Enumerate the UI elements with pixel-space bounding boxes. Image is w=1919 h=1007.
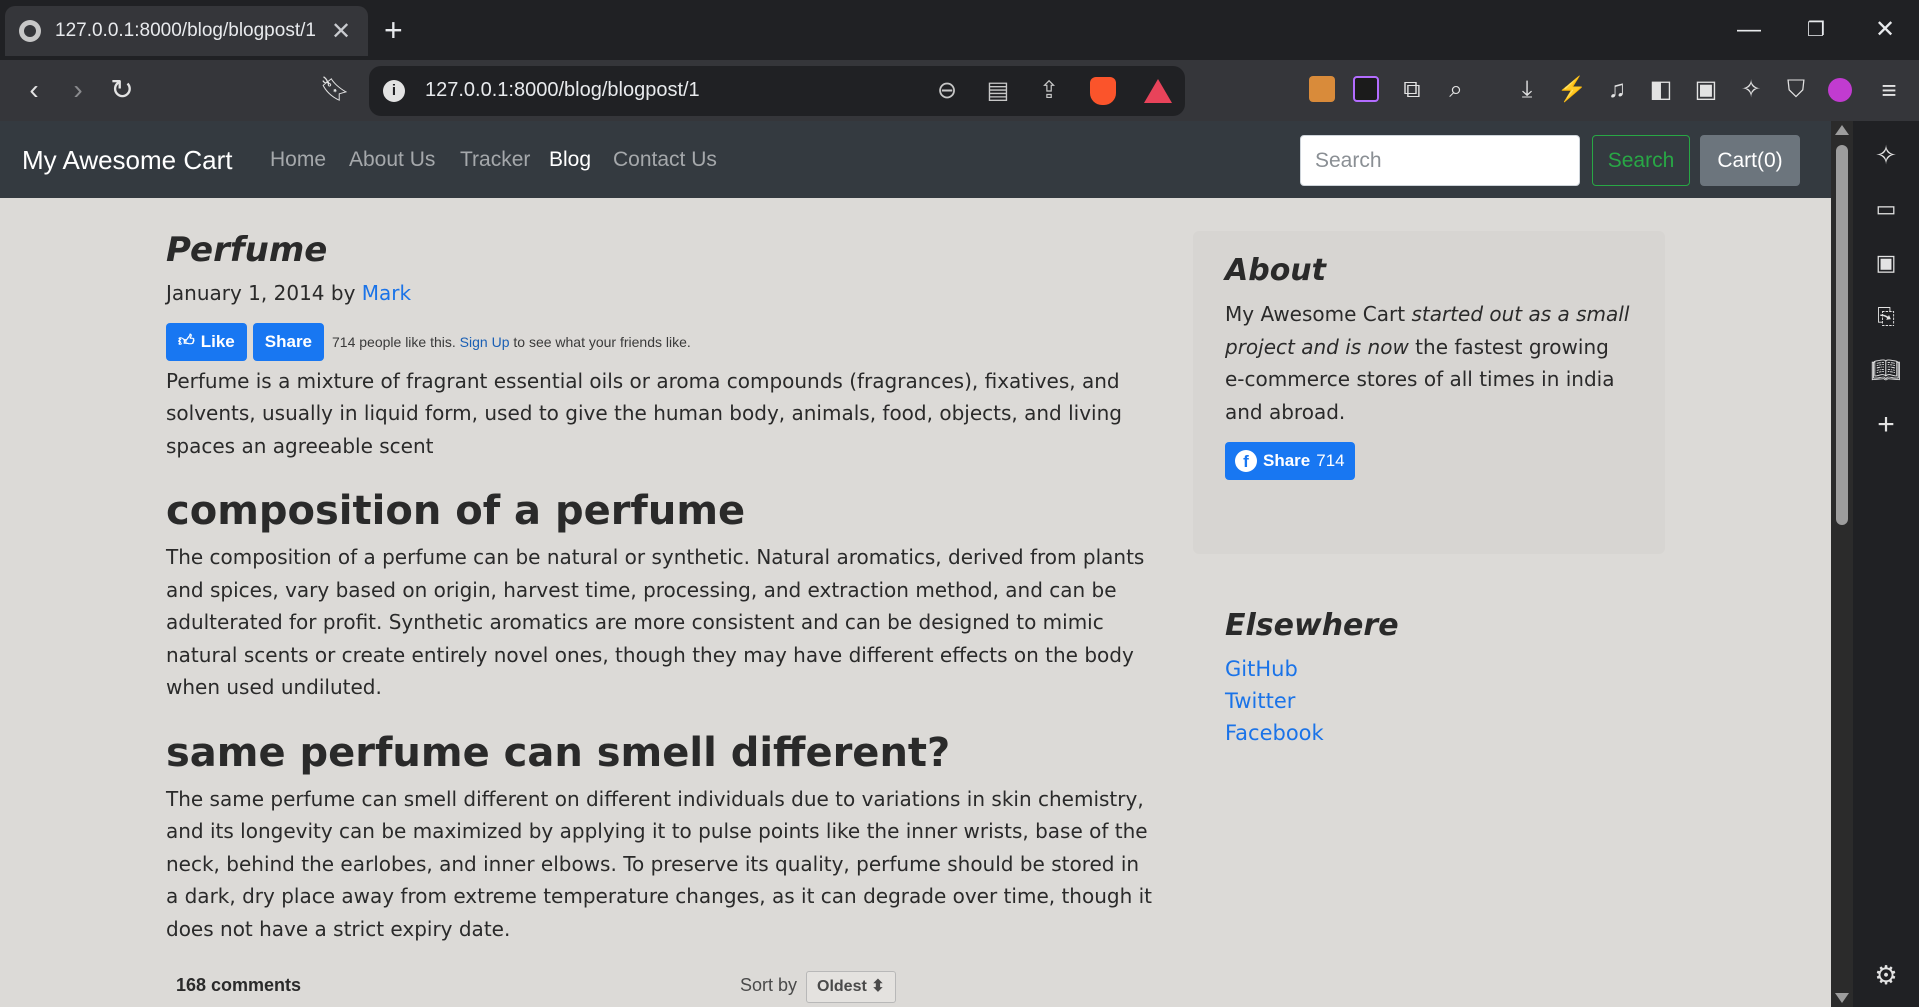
new-tab-button[interactable]: + — [384, 12, 403, 48]
elsewhere-heading: Elsewhere — [1225, 608, 1399, 643]
facebook-link[interactable]: Facebook — [1225, 721, 1324, 745]
leo-ai-icon[interactable]: ✧ — [1866, 135, 1906, 175]
sort-label: Sort by — [740, 975, 798, 995]
search-input[interactable] — [1300, 135, 1580, 186]
extensions-icon[interactable]: ⧉ — [1392, 70, 1432, 110]
add-panel-icon[interactable]: + — [1866, 405, 1906, 445]
search-button[interactable]: Search — [1592, 135, 1690, 186]
brave-shields-icon[interactable] — [1090, 77, 1116, 105]
fb-signup-link[interactable]: Sign Up — [460, 334, 510, 350]
fb-like-text: 714 people like this. Sign Up to see wha… — [332, 334, 691, 350]
bookmark-icon[interactable]: 🔖︎ — [315, 70, 355, 110]
fb-share-count: 714 — [1316, 451, 1345, 470]
nav-tracker[interactable]: Tracker — [460, 148, 530, 172]
page-scrollbar[interactable] — [1831, 121, 1853, 1007]
tab-title: 127.0.0.1:8000/blog/blogpost/1 — [55, 20, 316, 41]
close-tab-icon[interactable]: ✕ — [328, 17, 354, 46]
tab-search-icon[interactable]: ⌕ — [1436, 70, 1476, 110]
list-item: Facebook — [1225, 717, 1645, 749]
list-item: Twitter — [1225, 685, 1645, 717]
fb-like-count-text: 714 people like this. — [332, 333, 456, 350]
nav-about-us[interactable]: About Us — [349, 148, 435, 172]
leo-icon[interactable]: ⚡ — [1552, 70, 1592, 110]
comments-header: 168 comments Sort by Oldest ⬍ — [176, 969, 896, 1007]
browser-tab[interactable]: 127.0.0.1:8000/blog/blogpost/1 ✕ — [5, 6, 368, 56]
cart-button[interactable]: Cart(0) — [1700, 135, 1800, 186]
page-viewport: My Awesome Cart Home About Us Tracker Bl… — [0, 121, 1831, 1007]
wallet-icon[interactable]: ▣ — [1686, 70, 1726, 110]
extension-owl-icon[interactable] — [1309, 76, 1335, 102]
globe-icon — [19, 20, 41, 42]
settings-gear-icon[interactable]: ⚙ — [1866, 955, 1906, 995]
fb-like-button[interactable]: 👍︎ Like — [166, 322, 247, 361]
scroll-down-arrow-icon[interactable] — [1835, 993, 1849, 1003]
download-icon[interactable]: ⤓ — [1507, 70, 1547, 110]
comments-count: 168 comments — [176, 975, 302, 995]
video-icon[interactable]: ▭ — [1866, 189, 1906, 229]
twitter-link[interactable]: Twitter — [1225, 689, 1295, 713]
facebook-icon: f — [1235, 450, 1257, 472]
menu-icon[interactable]: ≡ — [1869, 70, 1909, 110]
elsewhere-links: GitHub Twitter Facebook — [1225, 653, 1645, 749]
profile-avatar-icon[interactable] — [1828, 78, 1852, 102]
close-window-button[interactable]: ✕ — [1865, 10, 1905, 50]
reload-icon[interactable]: ↻ — [102, 70, 142, 110]
about-text: My Awesome Cart started out as a small p… — [1225, 302, 1630, 424]
forward-icon[interactable]: › — [58, 70, 98, 110]
brave-rewards-icon[interactable] — [1144, 79, 1172, 103]
back-icon[interactable]: ‹ — [14, 70, 54, 110]
elsewhere-section: Elsewhere GitHub Twitter Facebook — [1225, 608, 1645, 749]
media-icon[interactable]: ♫ — [1597, 70, 1637, 110]
fb-share-count-label: Share — [1263, 451, 1311, 470]
nav-blog[interactable]: Blog — [549, 148, 591, 172]
vpn-icon[interactable]: ⛉ — [1776, 70, 1816, 110]
section-body: The composition of a perfume can be natu… — [166, 545, 1145, 700]
fb-signup-suffix: to see what your friends like. — [513, 333, 691, 350]
tab-strip: 127.0.0.1:8000/blog/blogpost/1 ✕ + — ❐ ✕ — [0, 0, 1919, 60]
address-bar[interactable]: i 127.0.0.1:8000/blog/blogpost/1 ⊖ ▤ ⇪ — [369, 66, 1185, 116]
fb-share-label: Share — [264, 331, 313, 351]
scroll-thumb[interactable] — [1836, 145, 1848, 525]
thumbs-up-icon: 👍︎ — [178, 333, 195, 351]
bookmarks-icon[interactable]: ⎘ — [1866, 297, 1906, 337]
post-intro: Perfume is a mixture of fragrant essenti… — [166, 368, 1122, 458]
zoom-icon[interactable]: ⊖ — [929, 74, 965, 108]
scroll-up-arrow-icon[interactable] — [1835, 125, 1849, 135]
site-info-icon[interactable]: i — [383, 80, 405, 102]
sidebar-toggle-icon[interactable]: ◧ — [1641, 70, 1681, 110]
list-item: GitHub — [1225, 653, 1645, 685]
sort-select[interactable]: Oldest ⬍ — [806, 971, 896, 1003]
fb-like-label: Like — [200, 331, 235, 351]
reading-list-icon[interactable]: 📖︎ — [1866, 351, 1906, 391]
wallet-icon[interactable]: ▣ — [1866, 243, 1906, 283]
restore-button[interactable]: ❐ — [1796, 10, 1836, 50]
nav-home[interactable]: Home — [270, 148, 326, 172]
site-navbar: My Awesome Cart Home About Us Tracker Bl… — [0, 121, 1831, 198]
reader-mode-icon[interactable]: ▤ — [980, 74, 1016, 108]
browser-side-panel: ✧ ▭ ▣ ⎘ 📖︎ + ⚙ — [1853, 121, 1919, 1007]
about-heading: About — [1225, 253, 1327, 288]
facebook-like-widget: 👍︎ Like Share 714 people like this. Sign… — [166, 322, 1156, 361]
nav-contact-us[interactable]: Contact Us — [613, 148, 717, 172]
url-text[interactable]: 127.0.0.1:8000/blog/blogpost/1 — [425, 79, 700, 102]
browser-toolbar: ‹ › ↻ 🔖︎ i 127.0.0.1:8000/blog/blogpost/… — [0, 60, 1919, 121]
section-heading: composition of a perfume — [166, 488, 746, 535]
section-body: The same perfume can smell different on … — [166, 786, 1153, 941]
section-heading: same perfume can smell different? — [166, 729, 951, 776]
post-date: January 1, 2014 by — [166, 280, 356, 305]
minimize-button[interactable]: — — [1729, 10, 1769, 50]
github-link[interactable]: GitHub — [1225, 657, 1298, 681]
author-link[interactable]: Mark — [362, 281, 411, 305]
post-title: Perfume — [166, 230, 328, 270]
share-icon[interactable]: ⇪ — [1031, 74, 1067, 108]
ai-icon[interactable]: ✧ — [1731, 70, 1771, 110]
extension-dark-icon[interactable] — [1353, 76, 1379, 102]
blog-post: Perfume January 1, 2014 by Mark 👍︎ Like … — [166, 230, 1156, 945]
fb-share-count-button[interactable]: f Share 714 — [1225, 442, 1355, 480]
brand-logo[interactable]: My Awesome Cart — [22, 145, 232, 176]
about-panel: About My Awesome Cart started out as a s… — [1193, 231, 1665, 554]
fb-share-button[interactable]: Share — [252, 322, 325, 361]
post-meta: January 1, 2014 by Mark — [166, 281, 1156, 305]
